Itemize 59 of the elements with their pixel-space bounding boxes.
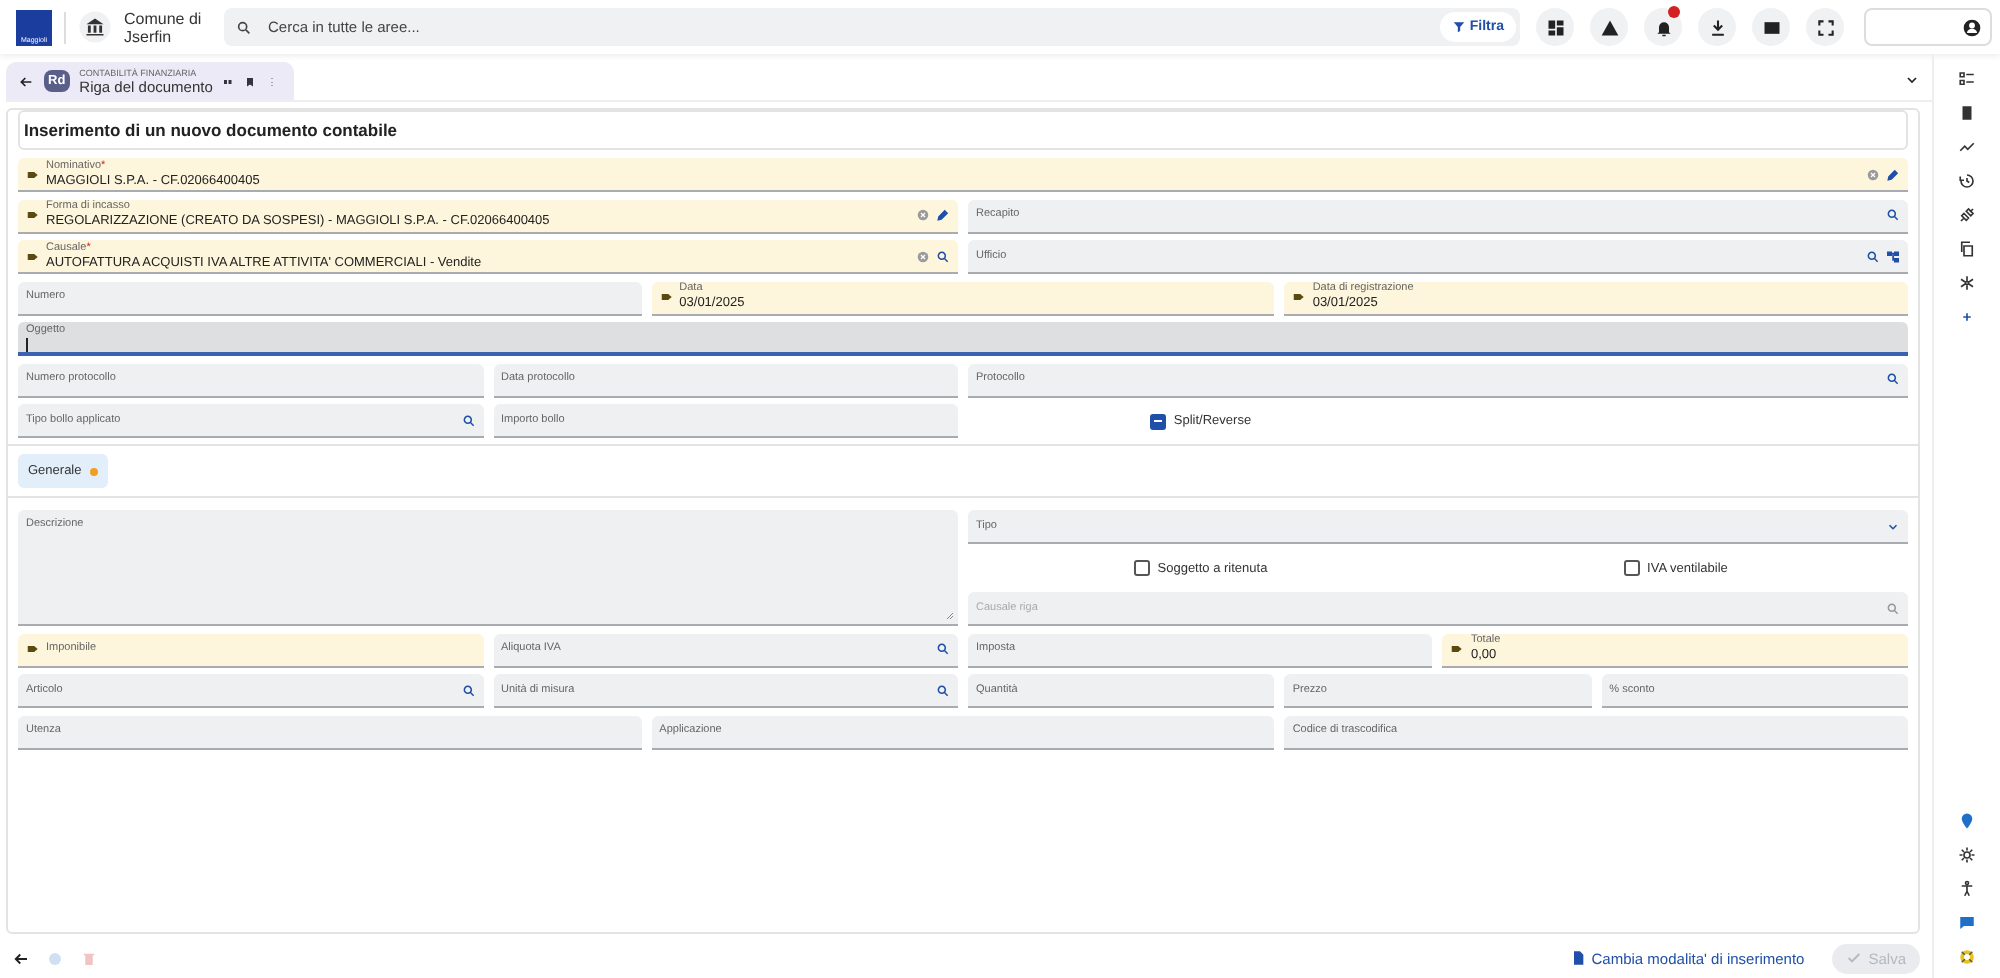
chat-icon[interactable] xyxy=(1958,914,1976,932)
arrow-marker-icon xyxy=(1292,290,1307,304)
trend-line-icon[interactable] xyxy=(1958,138,1976,156)
list-icon[interactable] xyxy=(1958,70,1976,88)
checkbox[interactable] xyxy=(1133,560,1150,576)
checkbox[interactable] xyxy=(1149,413,1166,429)
back-arrow-icon[interactable] xyxy=(18,73,34,89)
copy-icon[interactable] xyxy=(1958,240,1976,258)
arrow-marker-icon xyxy=(26,249,40,263)
arrow-marker-icon xyxy=(659,290,674,304)
lifebuoy-icon[interactable] xyxy=(1958,948,1976,966)
bell-icon[interactable] xyxy=(1644,8,1682,46)
building-icon xyxy=(78,10,112,44)
plug-icon[interactable] xyxy=(1958,206,1976,224)
pencil-icon[interactable] xyxy=(1886,167,1900,181)
plus-icon[interactable] xyxy=(1958,308,1976,326)
dashboard-icon[interactable] xyxy=(1536,8,1574,46)
resize-handle-icon[interactable] xyxy=(944,610,954,620)
download-icon[interactable] xyxy=(1698,8,1736,46)
accessibility-icon[interactable] xyxy=(1958,880,1976,898)
search-icon xyxy=(236,19,252,35)
document-icon xyxy=(1569,950,1586,966)
filter-icon xyxy=(1451,20,1466,34)
entity-name: Comune di Jserfin xyxy=(124,9,204,45)
search-icon[interactable] xyxy=(936,249,950,263)
search-icon[interactable] xyxy=(936,683,950,697)
split-icon[interactable] xyxy=(222,75,235,87)
checkbox[interactable] xyxy=(1623,560,1640,576)
search-icon[interactable] xyxy=(461,413,475,427)
chevron-down-icon[interactable] xyxy=(1904,72,1920,88)
book-icon[interactable] xyxy=(1958,104,1976,122)
pencil-icon[interactable] xyxy=(936,208,950,222)
warning-icon[interactable] xyxy=(1590,8,1628,46)
arrow-marker-icon xyxy=(1450,642,1465,656)
clear-icon[interactable] xyxy=(916,249,930,263)
history-icon[interactable] xyxy=(1958,172,1976,190)
fullscreen-icon[interactable] xyxy=(1806,8,1844,46)
chevron-down-icon[interactable] xyxy=(1885,519,1900,533)
mail-icon[interactable] xyxy=(1752,8,1790,46)
user-icon xyxy=(1962,17,1982,37)
search-icon[interactable] xyxy=(936,642,950,656)
search-icon[interactable] xyxy=(1866,249,1880,263)
form-title: Inserimento di un nuovo documento contabile xyxy=(18,110,1908,150)
clear-icon[interactable] xyxy=(1866,167,1880,181)
back-arrow-icon[interactable] xyxy=(12,949,30,967)
location-pin-icon[interactable] xyxy=(1958,812,1976,830)
arrow-marker-icon xyxy=(26,167,40,181)
hierarchy-icon[interactable] xyxy=(1886,249,1900,263)
check-icon xyxy=(1846,950,1863,966)
bookmark-icon[interactable] xyxy=(244,75,257,87)
search-icon[interactable] xyxy=(1886,372,1900,386)
arrow-marker-icon xyxy=(26,208,40,222)
settings-icon[interactable] xyxy=(1958,846,1976,864)
user-menu[interactable] xyxy=(1864,8,1992,46)
clear-icon[interactable] xyxy=(916,208,930,222)
search-icon[interactable] xyxy=(461,683,475,697)
search-icon[interactable] xyxy=(1886,208,1900,222)
network-icon[interactable] xyxy=(1958,274,1976,292)
arrow-marker-icon xyxy=(26,642,40,656)
